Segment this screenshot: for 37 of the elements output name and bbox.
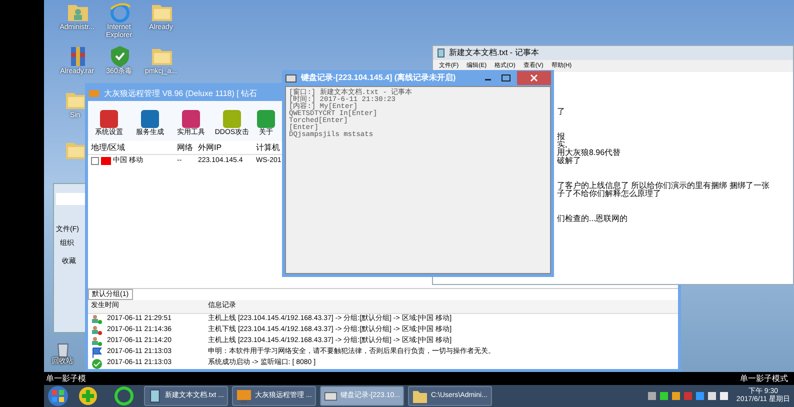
text-line: 破解了 — [557, 157, 582, 165]
browser-icon — [108, 0, 130, 24]
desktop-text: 单一影子模式 — [740, 373, 788, 385]
text-line: 们检查的...恩联网的 — [557, 215, 629, 223]
windows-logo-icon — [51, 389, 65, 403]
column-header[interactable]: 地理/区域 — [88, 142, 177, 154]
close-icon — [530, 74, 538, 82]
start-button[interactable] — [48, 386, 68, 406]
column-header[interactable]: 外网IP — [198, 142, 256, 154]
keyboard-icon — [285, 74, 297, 82]
plus-icon — [78, 386, 98, 406]
text-line: 用大灰狼8.96代替 — [557, 149, 622, 157]
column-header[interactable]: 计算机 — [256, 142, 282, 154]
monitor-icon — [88, 88, 100, 98]
column-header[interactable]: 网络 — [177, 142, 198, 154]
folder-icon — [412, 388, 428, 404]
desktop-text: 单一影子模 — [46, 373, 86, 385]
window-title: 新建文本文档.txt - 记事本 — [449, 47, 539, 59]
checkbox[interactable] — [91, 157, 99, 165]
close-button[interactable] — [517, 71, 551, 85]
notepad-icon — [148, 388, 162, 404]
users-icon — [91, 314, 103, 325]
window-title: 大灰狼远程管理 V8.96 (Deluxe 1118) [ 钻石 — [104, 88, 258, 100]
flag-icon — [101, 157, 111, 165]
refresh-icon — [114, 386, 134, 406]
text-line: 了客户的上线信息了 所以给你们演示的里有捆绑 捆绑了一张 — [557, 182, 770, 190]
flag-icon — [91, 347, 103, 358]
text-line: 实, — [557, 141, 568, 149]
notepad-icon — [437, 48, 445, 58]
shield-icon — [108, 44, 130, 68]
text-line: 报 — [557, 133, 566, 141]
users-icon — [91, 325, 103, 336]
monitor-icon — [236, 388, 252, 404]
users-icon — [91, 336, 103, 347]
text-line: 了 — [557, 108, 566, 116]
text-line: 子了不给你们解释怎么原理了 — [557, 190, 662, 198]
maximize-icon — [499, 73, 513, 83]
